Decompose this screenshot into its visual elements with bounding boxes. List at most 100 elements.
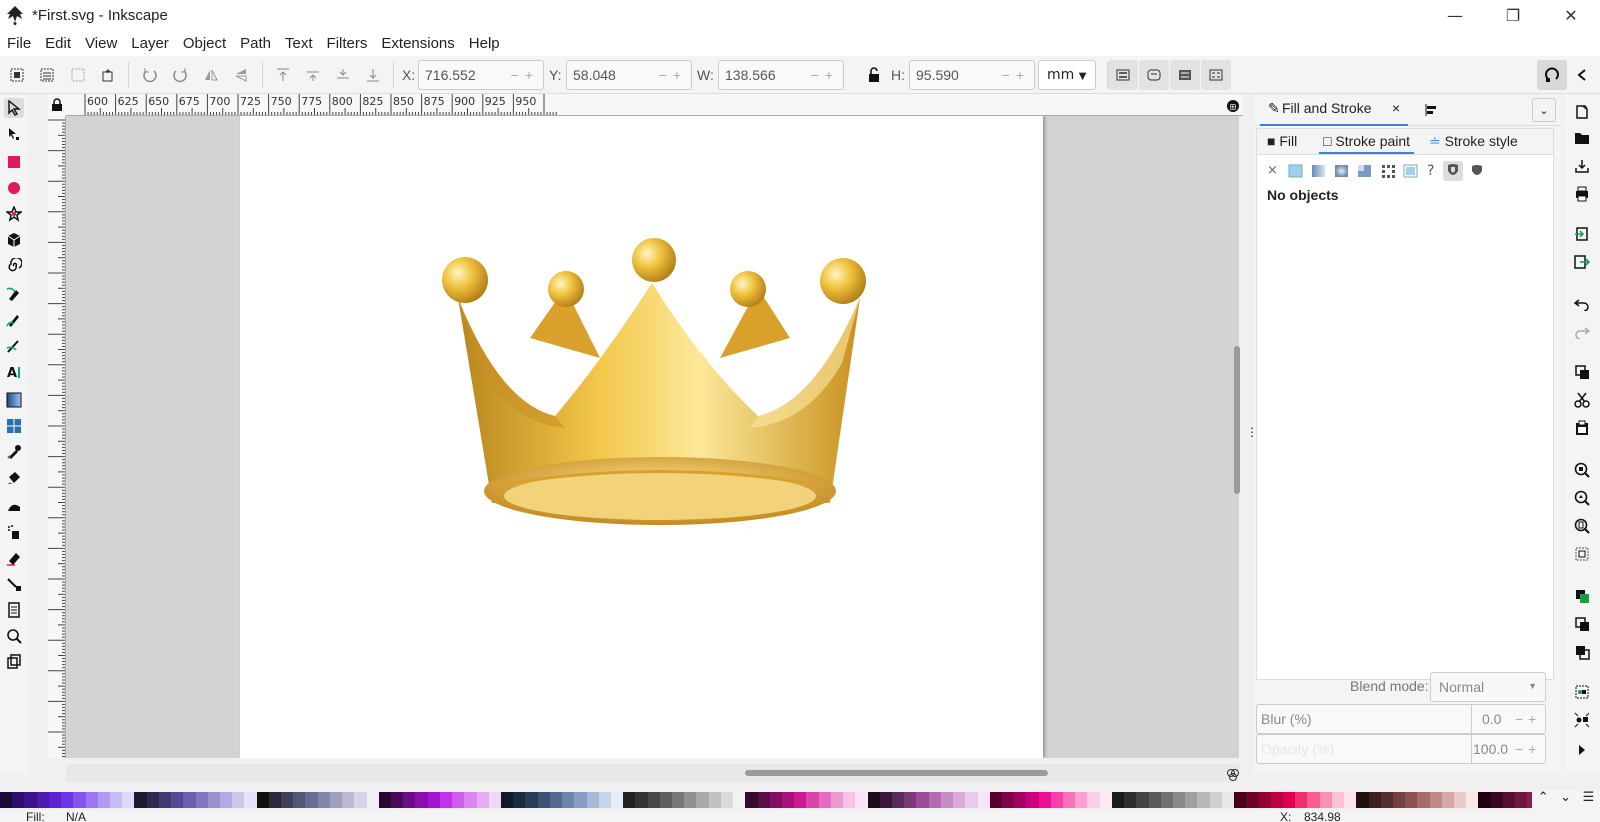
- palette-swatch[interactable]: [513, 792, 526, 808]
- palette-swatch[interactable]: [1344, 792, 1357, 808]
- palette-swatch[interactable]: [562, 792, 575, 808]
- palette-swatch[interactable]: [61, 792, 74, 808]
- calligraphy-tool-icon[interactable]: [4, 336, 24, 356]
- text-tool-icon[interactable]: A: [4, 362, 24, 382]
- palette-swatch[interactable]: [1001, 792, 1015, 808]
- palette-swatch[interactable]: [219, 792, 233, 808]
- palette-swatch[interactable]: [354, 792, 367, 808]
- palette-swatch[interactable]: [891, 792, 905, 808]
- palette-swatch[interactable]: [1466, 792, 1479, 808]
- pages-tool-icon[interactable]: [4, 600, 24, 620]
- palette-swatch[interactable]: [586, 792, 599, 808]
- align-tab-icon[interactable]: [1424, 102, 1438, 121]
- gradient-tool-icon[interactable]: [4, 390, 24, 410]
- snap-toggle[interactable]: [1537, 60, 1567, 90]
- cut-icon[interactable]: [1572, 390, 1592, 410]
- guide-lock-icon[interactable]: [48, 94, 66, 116]
- mesh-tool-icon[interactable]: [4, 416, 24, 436]
- palette-swatch[interactable]: [415, 792, 428, 808]
- copy-icon[interactable]: [1572, 362, 1592, 382]
- tweak-tool-icon[interactable]: [4, 496, 24, 516]
- dock-drag-handle[interactable]: ⋮: [1246, 426, 1258, 444]
- color-management-icon[interactable]: [1226, 766, 1240, 781]
- palette-swatch[interactable]: [281, 792, 294, 808]
- palette-swatch[interactable]: [464, 792, 477, 808]
- palette-swatch[interactable]: [391, 792, 404, 808]
- menu-file[interactable]: File: [0, 35, 38, 52]
- flip-vertical-icon[interactable]: [231, 65, 251, 85]
- palette-swatch[interactable]: [1368, 792, 1381, 808]
- unit-select[interactable]: mm ▼: [1038, 60, 1096, 90]
- tab-fill[interactable]: ■ Fill: [1267, 133, 1297, 149]
- maximize-button[interactable]: ❐: [1484, 0, 1542, 30]
- radial-gradient-icon[interactable]: [1334, 163, 1350, 179]
- undo-icon[interactable]: [1572, 294, 1592, 314]
- palette-swatch[interactable]: [623, 792, 636, 808]
- menu-object[interactable]: Object: [176, 35, 233, 52]
- palette-swatch[interactable]: [953, 792, 966, 808]
- palette-swatch[interactable]: [598, 792, 611, 808]
- redo-icon[interactable]: [1572, 322, 1592, 342]
- palette-swatch[interactable]: [207, 792, 220, 808]
- palette-swatch[interactable]: [659, 792, 673, 808]
- w-field[interactable]: 138.566 −+: [718, 60, 844, 90]
- palette-swatch[interactable]: [1075, 792, 1088, 808]
- flat-color-icon[interactable]: [1288, 163, 1304, 179]
- palette-swatch[interactable]: [1197, 792, 1210, 808]
- rotate-cw-icon[interactable]: [170, 65, 190, 85]
- palette-swatch[interactable]: [989, 792, 1002, 808]
- palette-swatch[interactable]: [720, 792, 734, 808]
- palette-swatch[interactable]: [36, 792, 49, 808]
- palette-swatch[interactable]: [733, 792, 746, 808]
- palette-swatch[interactable]: [647, 792, 660, 808]
- tab-fill-and-stroke[interactable]: ✎ Fill and Stroke ×: [1260, 94, 1408, 126]
- zoom-drawing-icon[interactable]: [1572, 488, 1592, 508]
- palette-swatch[interactable]: [1319, 792, 1332, 808]
- menu-layer[interactable]: Layer: [124, 35, 176, 52]
- tab-stroke-paint[interactable]: □ Stroke paint: [1319, 133, 1415, 154]
- spray-tool-icon[interactable]: [4, 522, 24, 542]
- measure-tool-icon[interactable]: [4, 652, 24, 672]
- menu-filters[interactable]: Filters: [320, 35, 375, 52]
- group-icon[interactable]: [1572, 682, 1592, 702]
- open-icon[interactable]: [1572, 128, 1592, 148]
- menu-view[interactable]: View: [78, 35, 124, 52]
- palette-swatch[interactable]: [1063, 792, 1076, 808]
- palette-swatch[interactable]: [904, 792, 917, 808]
- palette-menu-icon[interactable]: ☰: [1583, 790, 1595, 810]
- palette-swatch[interactable]: [1148, 792, 1161, 808]
- flip-horizontal-icon[interactable]: [201, 65, 221, 85]
- zoom-selection-icon[interactable]: [1572, 460, 1592, 480]
- minimize-button[interactable]: —: [1426, 0, 1484, 30]
- rotate-ccw-icon[interactable]: [140, 65, 160, 85]
- palette-scroll-up-icon[interactable]: ⌃: [1538, 790, 1549, 810]
- pattern-icon[interactable]: [1380, 163, 1396, 179]
- palette-swatch[interactable]: [427, 792, 440, 808]
- palette-swatch[interactable]: [843, 792, 856, 808]
- vertical-scrollbar[interactable]: [1234, 346, 1240, 494]
- palette-swatch[interactable]: [1331, 792, 1345, 808]
- palette-swatch[interactable]: [672, 792, 685, 808]
- palette-swatch[interactable]: [452, 792, 465, 808]
- horizontal-scrollbar[interactable]: [745, 770, 1048, 776]
- palette-swatch[interactable]: [1160, 792, 1173, 808]
- palette-swatch[interactable]: [134, 792, 147, 808]
- menu-extensions[interactable]: Extensions: [374, 35, 461, 52]
- blur-stepper[interactable]: −+: [1515, 711, 1541, 727]
- vertical-ruler[interactable]: [48, 116, 66, 758]
- palette-swatch[interactable]: [1258, 792, 1271, 808]
- palette-swatch[interactable]: [1454, 792, 1467, 808]
- h-stepper[interactable]: −+: [1002, 67, 1030, 83]
- scale-stroke-toggle[interactable]: [1108, 60, 1138, 90]
- opacity-row[interactable]: Opacity (%) 100.0 −+: [1256, 734, 1546, 764]
- opacity-stepper[interactable]: −+: [1515, 741, 1541, 757]
- palette-swatch[interactable]: [757, 792, 770, 808]
- palette-swatch[interactable]: [122, 792, 135, 808]
- palette-swatch[interactable]: [329, 792, 343, 808]
- palette-swatch[interactable]: [500, 792, 514, 808]
- palette-scroll-down-icon[interactable]: ⌄: [1560, 790, 1571, 810]
- touch-select-icon[interactable]: [98, 65, 118, 85]
- deselect-icon[interactable]: [68, 65, 88, 85]
- palette-swatch[interactable]: [1038, 792, 1051, 808]
- palette-swatch[interactable]: [1185, 792, 1198, 808]
